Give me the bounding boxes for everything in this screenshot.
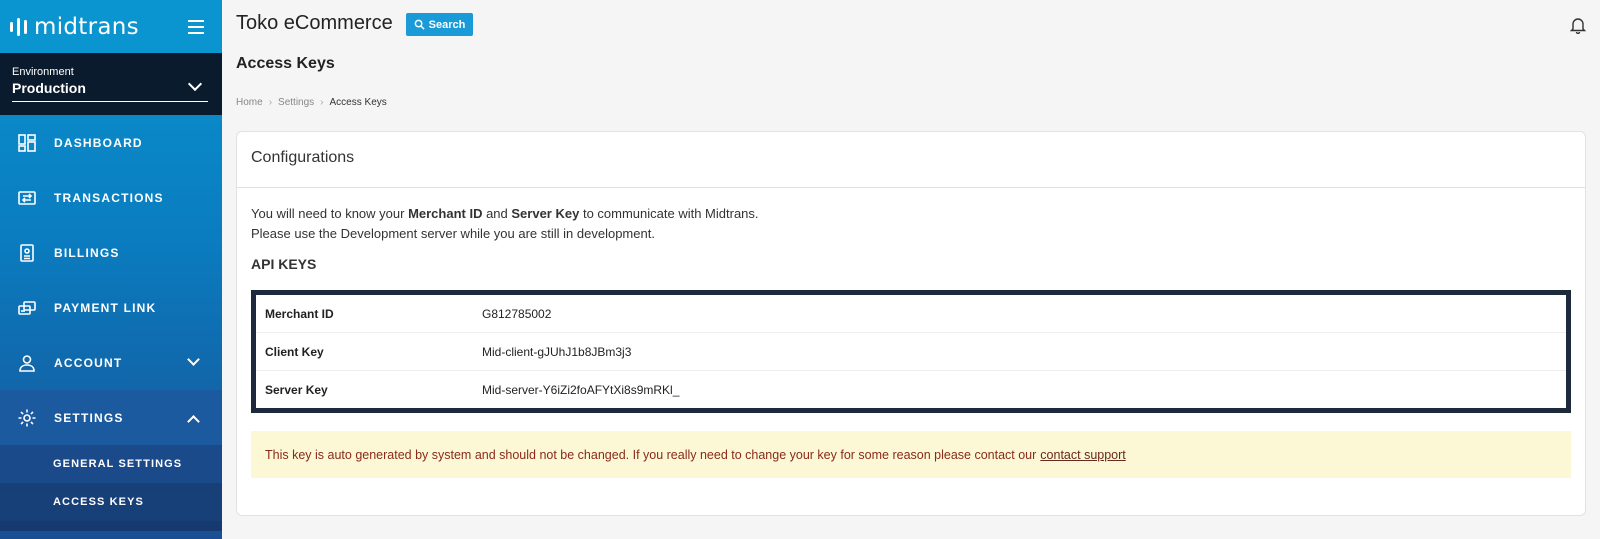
key-name: Client Key (265, 344, 324, 359)
intro-text: You will need to know your Merchant ID a… (251, 204, 759, 244)
sidebar-item-account[interactable]: ACCOUNT (0, 335, 222, 390)
key-value[interactable]: Mid-server-Y6iZi2foAFYtXi8s9mRKl_ (482, 383, 679, 397)
api-keys-table: Merchant ID G812785002 Client Key Mid-cl… (251, 290, 1571, 413)
transactions-icon (16, 187, 38, 209)
notice-text: This key is auto generated by system and… (265, 447, 1037, 462)
key-value[interactable]: G812785002 (482, 307, 551, 321)
contact-support-link[interactable]: contact support (1040, 448, 1125, 462)
billings-icon (16, 242, 38, 264)
sidebar-item-label: DASHBOARD (54, 135, 143, 150)
store-name: Toko eCommerce (236, 12, 393, 34)
breadcrumb-separator: › (320, 97, 324, 108)
environment-underline (12, 101, 208, 102)
payment-link-icon (16, 297, 38, 319)
logo-bar: midtrans (0, 0, 222, 53)
top-bar: Toko eCommerce Search (222, 0, 1600, 50)
sidebar-item-settings[interactable]: SETTINGS (0, 390, 222, 445)
environment-selector[interactable]: Environment Production (0, 53, 222, 115)
sidebar-item-label: TRANSACTIONS (54, 190, 164, 205)
api-keys-heading: API KEYS (251, 256, 317, 272)
sidebar-item-transactions[interactable]: TRANSACTIONS (0, 170, 222, 225)
search-button[interactable]: Search (406, 13, 473, 36)
breadcrumb-current: Access Keys (329, 97, 387, 108)
brand-logo[interactable]: midtrans (10, 14, 139, 40)
sidebar-item-dashboard[interactable]: DASHBOARD (0, 115, 222, 170)
search-icon (414, 19, 425, 30)
logo-mark-icon (10, 17, 27, 36)
chevron-down-icon (187, 353, 200, 366)
dashboard-icon (16, 132, 38, 154)
sidebar-item-label: BILLINGS (54, 245, 120, 260)
sidebar-footer (0, 521, 222, 531)
intro-line-1: You will need to know your Merchant ID a… (251, 206, 759, 221)
configurations-card: Configurations You will need to know you… (236, 131, 1586, 516)
key-value[interactable]: Mid-client-gJUhJ1b8JBm3j3 (482, 345, 631, 359)
sidebar-subitem-access-keys[interactable]: ACCESS KEYS (0, 483, 222, 521)
breadcrumb: Home › Settings › Access Keys (236, 97, 387, 108)
breadcrumb-separator: › (268, 97, 273, 108)
key-row-merchant-id: Merchant ID G812785002 (256, 295, 1566, 333)
intro-line-2: Please use the Development server while … (251, 226, 655, 241)
key-row-client-key: Client Key Mid-client-gJUhJ1b8JBm3j3 (256, 333, 1566, 371)
card-title: Configurations (237, 132, 1585, 188)
user-icon (16, 352, 38, 374)
sidebar: midtrans Environment Production DASHBOAR… (0, 0, 222, 539)
sidebar-item-label: ACCOUNT (54, 355, 123, 370)
sidebar-item-label: SETTINGS (54, 410, 124, 425)
breadcrumb-home[interactable]: Home (236, 97, 263, 108)
key-name: Merchant ID (265, 306, 334, 321)
key-name: Server Key (265, 383, 328, 397)
breadcrumb-settings[interactable]: Settings (278, 97, 314, 108)
sidebar-item-label: PAYMENT LINK (54, 300, 157, 315)
warning-notice: This key is auto generated by system and… (251, 431, 1571, 478)
search-button-label: Search (428, 18, 466, 31)
sidebar-item-billings[interactable]: BILLINGS (0, 225, 222, 280)
environment-value: Production (12, 80, 86, 96)
page-title: Access Keys (236, 55, 335, 72)
menu-toggle-icon[interactable] (188, 19, 204, 34)
bell-icon[interactable] (1569, 16, 1587, 35)
sidebar-item-payment-link[interactable]: PAYMENT LINK (0, 280, 222, 335)
brand-name: midtrans (34, 13, 139, 40)
gear-icon (16, 407, 38, 429)
key-row-server-key: Server Key Mid-server-Y6iZi2foAFYtXi8s9m… (256, 371, 1566, 409)
environment-label: Environment (12, 66, 74, 78)
chevron-up-icon (187, 415, 200, 428)
sidebar-subitem-general-settings[interactable]: GENERAL SETTINGS (0, 445, 222, 483)
